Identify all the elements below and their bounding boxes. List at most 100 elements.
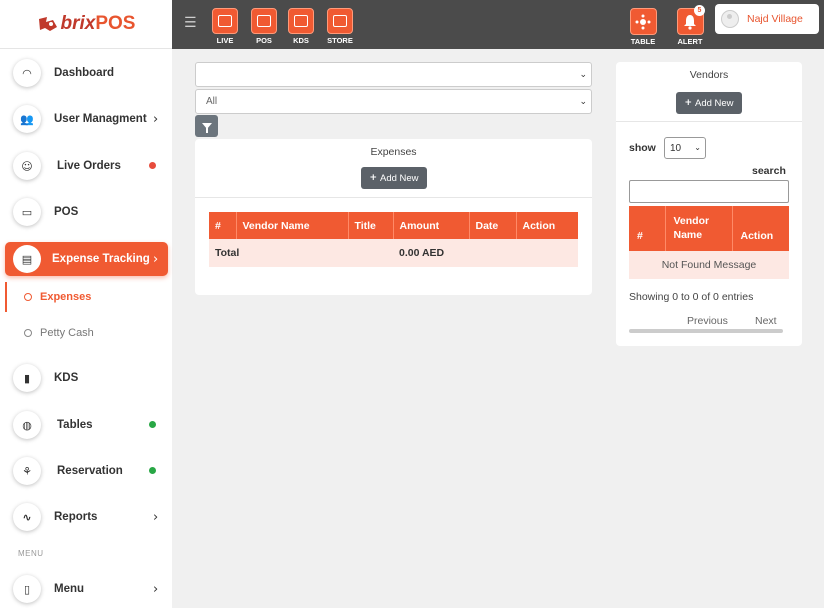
- pos-terminal-icon: [257, 15, 271, 27]
- user-name: Najd Village: [747, 13, 803, 25]
- vendor-filter-select[interactable]: ⌄: [195, 62, 592, 87]
- vendors-table: # Vendor Name Action Not Found Message: [629, 206, 789, 279]
- sidebar-item-label: Expense Tracking: [52, 253, 150, 265]
- expenses-card: Expenses + Add New # Vendor Name Title A…: [195, 139, 592, 295]
- column-header[interactable]: #: [209, 212, 237, 239]
- filter-button[interactable]: [195, 115, 218, 137]
- sidebar-item-label: POS: [54, 206, 79, 218]
- logo-mark-icon: [38, 17, 57, 31]
- tables-status-dot: [149, 421, 156, 428]
- add-expense-label: Add New: [379, 172, 419, 184]
- sidebar-item-live-orders[interactable]: ☺ Live Orders: [0, 148, 172, 184]
- column-header[interactable]: Action: [516, 212, 578, 239]
- nav-live-button[interactable]: LIVE: [203, 8, 247, 45]
- sidebar-item-label: User Managment: [54, 113, 147, 125]
- table-icon: ◍: [13, 411, 41, 439]
- vendors-title: Vendors: [689, 69, 729, 81]
- reservation-status-dot: [149, 467, 156, 474]
- column-header[interactable]: Date: [469, 212, 517, 239]
- entries-info: Showing 0 to 0 of 0 entries: [629, 291, 754, 303]
- user-menu[interactable]: Najd Village: [715, 4, 819, 34]
- live-orders-icon: [218, 15, 232, 27]
- nav-table-button[interactable]: TABLE: [621, 8, 665, 46]
- expenses-title: Expenses: [370, 146, 417, 158]
- headset-icon: ☺: [13, 152, 41, 180]
- sidebar-item-pos[interactable]: ▭ POS: [0, 194, 172, 230]
- sidebar-item-label: Reservation: [57, 465, 123, 477]
- table-header-row: # Vendor Name Action: [629, 206, 789, 251]
- column-header[interactable]: Vendor Name: [665, 206, 733, 251]
- table-row: Not Found Message: [629, 251, 789, 279]
- chevron-down-icon: ⌄: [579, 70, 587, 80]
- show-entries-label: show: [629, 142, 656, 154]
- divider: [195, 197, 592, 198]
- logo-area: brix POS: [0, 0, 172, 49]
- nav-pos-label: POS: [256, 36, 272, 45]
- page-length-select[interactable]: 10 ⌄: [664, 137, 706, 159]
- column-header[interactable]: Action: [732, 206, 789, 251]
- logo-text-pos: POS: [95, 13, 136, 34]
- navbar: ☰ LIVE POS KDS STORE TABLE 5 ALERT Najd …: [172, 0, 824, 49]
- sidebar-item-expense-tracking[interactable]: ▤ Expense Tracking ›: [5, 242, 168, 276]
- nav-alert-button[interactable]: 5 ALERT: [668, 5, 712, 46]
- table-header-row: # Vendor Name Title Amount Date Action: [209, 212, 578, 239]
- table-total-row: Total 0.00 AED: [209, 239, 578, 267]
- chevron-right-icon: ›: [153, 251, 159, 267]
- sidebar-item-label: Menu: [54, 583, 85, 595]
- horizontal-scrollbar[interactable]: [629, 329, 783, 333]
- nav-store-button[interactable]: STORE: [318, 8, 362, 45]
- chevron-down-icon: ⌄: [694, 143, 701, 152]
- chevron-right-icon: ›: [153, 581, 159, 597]
- sidebar-subitem-label: Petty Cash: [40, 327, 94, 339]
- sidebar-item-label: Dashboard: [54, 67, 115, 79]
- sidebar-item-kds[interactable]: ▮ KDS: [0, 360, 172, 396]
- divider: [616, 121, 802, 122]
- sidebar-item-user-management[interactable]: 👥 User Managment ›: [0, 101, 172, 137]
- alert-count-badge: 5: [694, 5, 705, 16]
- nav-kds-button[interactable]: KDS: [279, 8, 323, 45]
- menu-section-heading: MENU: [18, 549, 44, 558]
- add-vendor-label: Add New: [694, 97, 734, 109]
- sidebar-item-menu[interactable]: ▯ Menu ›: [0, 571, 172, 607]
- column-header[interactable]: Title: [348, 212, 394, 239]
- monitor-icon: ▭: [13, 198, 41, 226]
- sidebar-item-label: Reports: [54, 511, 98, 523]
- search-label: search: [752, 165, 786, 177]
- sidebar-subitem-expenses[interactable]: Expenses: [0, 282, 172, 312]
- vendors-card: Vendors + Add New: [616, 62, 802, 346]
- sidebar-item-dashboard[interactable]: ◠ Dashboard: [0, 55, 172, 91]
- column-header[interactable]: Amount: [393, 212, 470, 239]
- vendor-search-input[interactable]: [629, 180, 789, 203]
- store-icon: [333, 15, 347, 27]
- hamburger-menu-icon[interactable]: ☰: [184, 15, 197, 31]
- add-vendor-button[interactable]: + Add New: [676, 92, 742, 114]
- sidebar-item-reservation[interactable]: ⚘ Reservation: [0, 453, 172, 489]
- circle-bullet-icon: [24, 293, 32, 301]
- column-header[interactable]: Vendor Name: [236, 212, 349, 239]
- status-filter-select[interactable]: All ⌄: [195, 89, 592, 114]
- bell-icon: [684, 14, 696, 30]
- pulse-icon: ∿: [13, 503, 41, 531]
- clipboard-icon: ▯: [13, 575, 41, 603]
- add-expense-button[interactable]: + Add New: [361, 167, 427, 189]
- nav-table-label: TABLE: [630, 37, 656, 46]
- column-header[interactable]: #: [629, 206, 666, 251]
- total-label: Total: [209, 239, 393, 267]
- sidebar-subitem-petty-cash[interactable]: Petty Cash: [0, 318, 172, 348]
- users-icon: 👥: [13, 105, 41, 133]
- kds-screen-icon: [294, 15, 308, 27]
- sidebar-item-tables[interactable]: ◍ Tables: [0, 407, 172, 443]
- chevron-right-icon: ›: [153, 509, 159, 525]
- sidebar-item-label: Tables: [57, 419, 93, 431]
- previous-page-button[interactable]: Previous: [687, 315, 728, 327]
- expenses-table: # Vendor Name Title Amount Date Action T…: [209, 212, 578, 267]
- brand-logo[interactable]: brix POS: [37, 13, 136, 35]
- avatar-icon: [721, 10, 739, 28]
- empty-message: Not Found Message: [629, 251, 789, 279]
- circle-bullet-icon: [24, 329, 32, 337]
- sidebar: ◠ Dashboard 👥 User Managment › ☺ Live Or…: [0, 49, 172, 608]
- logo-text-brix: brix: [60, 13, 96, 34]
- next-page-button[interactable]: Next: [755, 315, 777, 327]
- sidebar-item-reports[interactable]: ∿ Reports ›: [0, 499, 172, 535]
- sidebar-item-label: Live Orders: [57, 160, 121, 172]
